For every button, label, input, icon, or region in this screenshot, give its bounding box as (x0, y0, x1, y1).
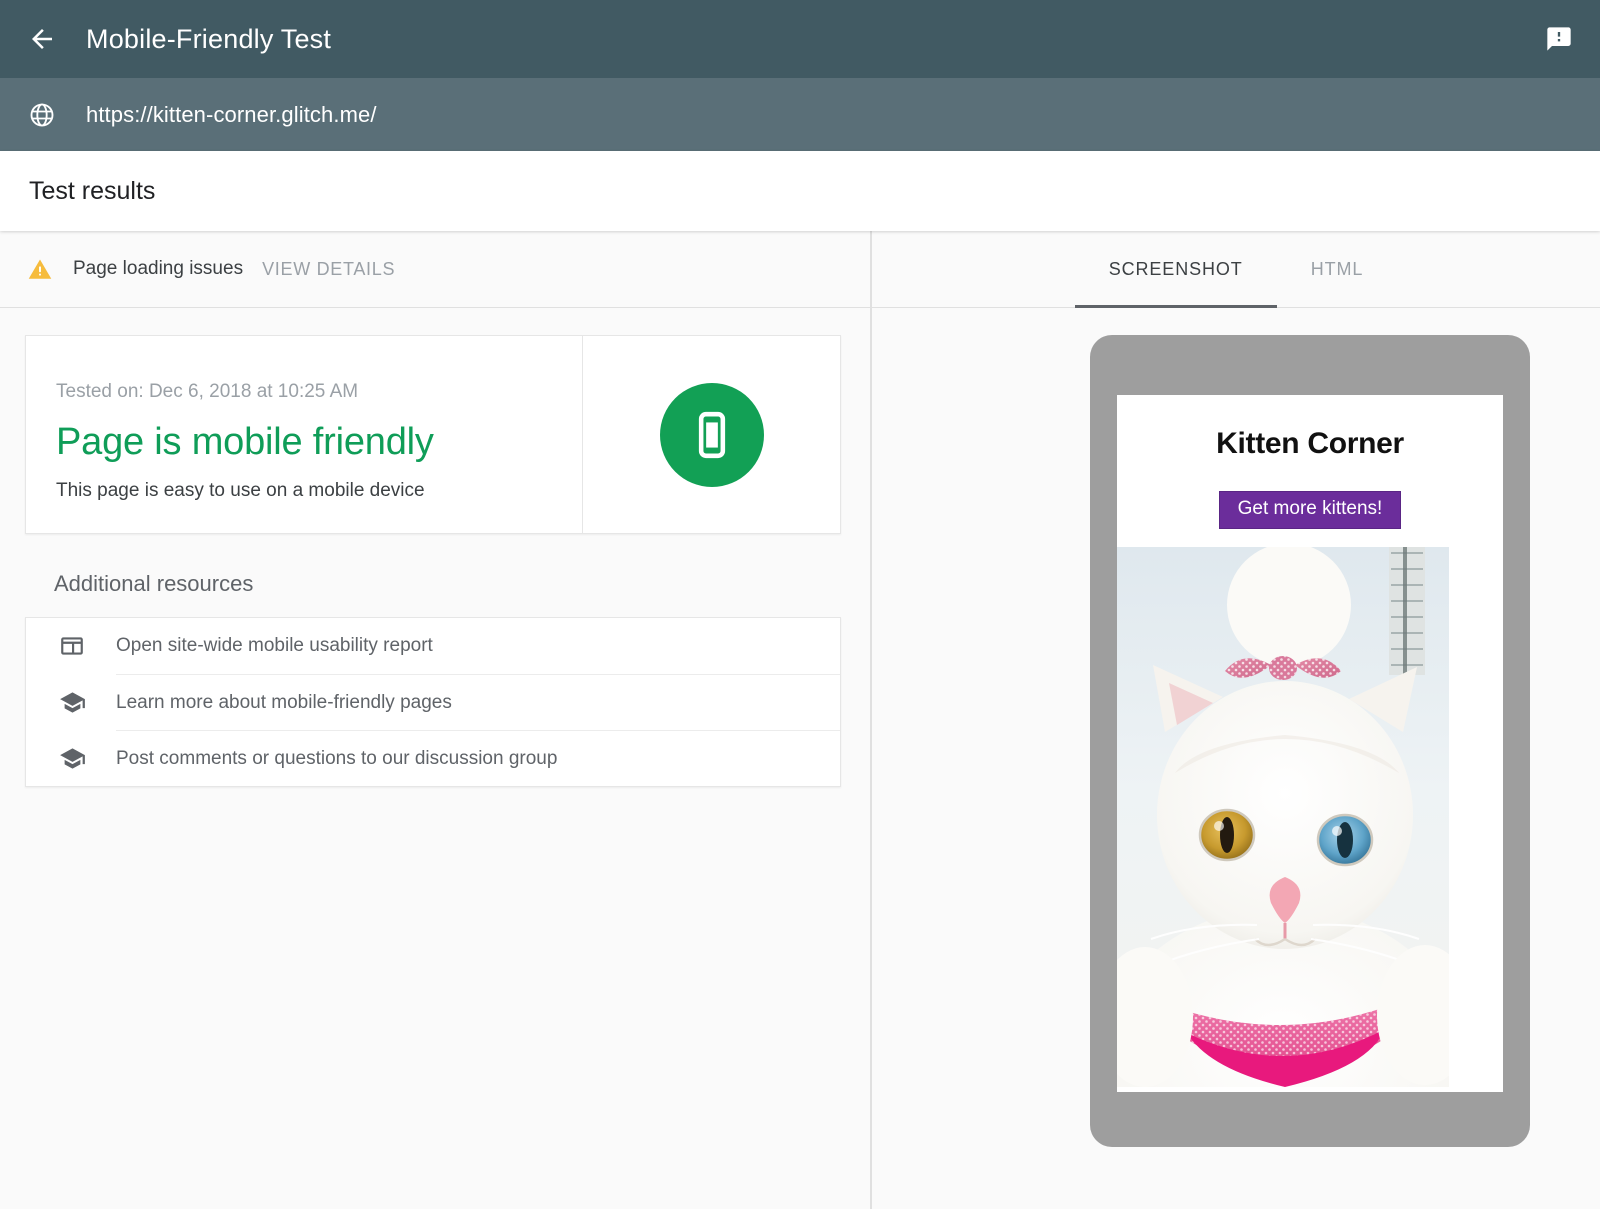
left-panel: Page loading issues VIEW DETAILS Tested … (0, 231, 870, 1209)
school-cap-icon (57, 743, 87, 773)
verdict-badge-area (582, 336, 840, 533)
url-text: https://kitten-corner.glitch.me/ (86, 102, 377, 128)
back-button[interactable] (26, 23, 58, 55)
mobile-phone-icon (686, 409, 738, 461)
additional-resources-list: Open site-wide mobile usability report L… (25, 617, 841, 787)
list-item-label: Post comments or questions to our discus… (116, 730, 840, 786)
list-item[interactable]: Open site-wide mobile usability report (26, 618, 840, 674)
get-more-kittens-button[interactable]: Get more kittens! (1219, 491, 1402, 529)
arrow-back-icon (27, 24, 57, 54)
preview-heading: Kitten Corner (1117, 427, 1503, 461)
issues-label: Page loading issues (73, 258, 243, 280)
content-area: Page loading issues VIEW DETAILS Tested … (0, 231, 1600, 1209)
school-cap-icon (57, 687, 87, 717)
preview-tabs: SCREENSHOT HTML (872, 231, 1600, 308)
tested-on-timestamp: Tested on: Dec 6, 2018 at 10:25 AM (56, 381, 582, 403)
feedback-icon (1545, 25, 1573, 53)
additional-resources-title: Additional resources (54, 571, 253, 597)
verdict-card: Tested on: Dec 6, 2018 at 10:25 AM Page … (25, 335, 841, 534)
verdict-headline: Page is mobile friendly (56, 423, 582, 463)
app-bar: Mobile-Friendly Test (0, 0, 1600, 78)
results-title: Test results (29, 177, 155, 206)
page-loading-issues-row: Page loading issues VIEW DETAILS (0, 231, 870, 308)
globe-icon (26, 99, 58, 131)
status-badge (660, 383, 764, 487)
list-item[interactable]: Learn more about mobile-friendly pages (26, 674, 840, 730)
verdict-subtext: This page is easy to use on a mobile dev… (56, 480, 582, 502)
tab-html[interactable]: HTML (1277, 231, 1398, 308)
verdict-card-body: Tested on: Dec 6, 2018 at 10:25 AM Page … (26, 336, 582, 533)
feedback-button[interactable] (1540, 20, 1578, 58)
web-report-icon (57, 631, 87, 661)
page-title: Mobile-Friendly Test (86, 24, 331, 55)
list-item-label: Learn more about mobile-friendly pages (116, 674, 840, 730)
list-item[interactable]: Post comments or questions to our discus… (26, 730, 840, 786)
kitten-photo (1117, 547, 1449, 1087)
tab-screenshot[interactable]: SCREENSHOT (1075, 231, 1277, 308)
view-details-link[interactable]: VIEW DETAILS (262, 259, 395, 280)
results-header: Test results (0, 151, 1600, 231)
right-panel: SCREENSHOT HTML Kitten Corner Get more k… (872, 231, 1600, 1209)
url-bar[interactable]: https://kitten-corner.glitch.me/ (0, 78, 1600, 151)
phone-mockup: Kitten Corner Get more kittens! (1090, 335, 1530, 1147)
warning-triangle-icon (27, 256, 53, 282)
list-item-label: Open site-wide mobile usability report (116, 618, 840, 674)
